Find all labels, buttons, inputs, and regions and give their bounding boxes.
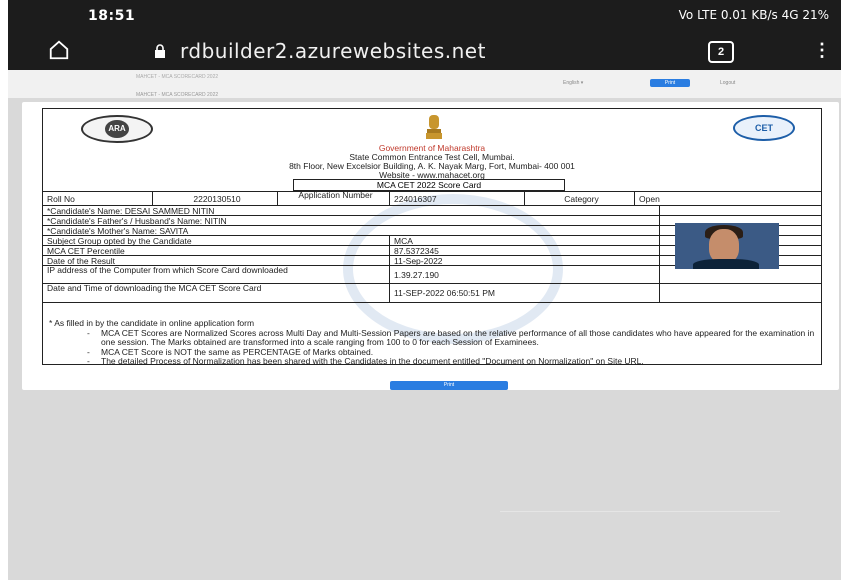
breadcrumb: MAHCET - MCA SCORECARD 2022	[136, 92, 219, 98]
site-header: MAHCET - MCA SCORECARD 2022 MAHCET - MCA…	[8, 70, 841, 98]
browser-toolbar: rdbuilder2.azurewebsites.net 2 ⋮	[8, 32, 841, 70]
roll-value: 2220130510	[153, 192, 278, 206]
breadcrumb-top: MAHCET - MCA SCORECARD 2022	[136, 74, 219, 80]
header-print-button[interactable]: Print	[650, 79, 690, 87]
divider	[500, 511, 780, 512]
roll-label: Roll No	[43, 192, 153, 206]
roll-row: Roll No 2220130510 Application Number 22…	[43, 191, 821, 206]
home-icon[interactable]	[48, 39, 70, 61]
phone-screen: 18:51 Vo LTE 0.01 KB/s 4G 21% rdbuilder2…	[8, 0, 841, 580]
logout-link[interactable]: Logout	[720, 80, 735, 86]
language-select[interactable]: English ▾	[563, 80, 583, 86]
ip-label: IP address of the Computer from which Sc…	[43, 266, 390, 284]
status-time: 18:51	[88, 8, 136, 24]
application-label: Application Number	[278, 191, 390, 206]
status-bar: 18:51 Vo LTE 0.01 KB/s 4G 21%	[8, 0, 841, 32]
category-value: Open	[639, 194, 660, 204]
notes: * As filled in by the candidate in onlin…	[49, 318, 815, 364]
tab-switcher-icon[interactable]: 2	[708, 41, 734, 63]
score-card-sheet: ARA CET Government of Maharashtra State …	[22, 102, 839, 390]
state-emblem-icon	[426, 115, 442, 139]
cet-logo: CET	[733, 115, 795, 141]
note-normalized: MCA CET Scores are Normalized Scores acr…	[49, 328, 815, 348]
download-label: Date and Time of downloading the MCA CET…	[43, 284, 390, 302]
lock-icon	[155, 44, 165, 58]
category-label: Category	[525, 192, 635, 206]
download-row: Date and Time of downloading the MCA CET…	[43, 283, 821, 303]
ara-logo: ARA	[81, 115, 153, 143]
status-icons: Vo LTE 0.01 KB/s 4G 21%	[678, 8, 829, 22]
note-process: The detailed Process of Normalization ha…	[49, 356, 815, 364]
score-card: ARA CET Government of Maharashtra State …	[42, 108, 822, 365]
print-button[interactable]: Print	[390, 381, 508, 390]
ip-value: 1.39.27.190	[390, 266, 660, 284]
address-bar[interactable]: rdbuilder2.azurewebsites.net	[180, 39, 486, 63]
overflow-menu-icon[interactable]: ⋮	[813, 41, 831, 59]
candidate-photo	[675, 223, 779, 269]
web-page: MAHCET - MCA SCORECARD 2022 MAHCET - MCA…	[8, 70, 841, 580]
download-value: 11-SEP-2022 06:50:51 PM	[390, 284, 660, 302]
application-value: 224016307	[390, 192, 525, 206]
